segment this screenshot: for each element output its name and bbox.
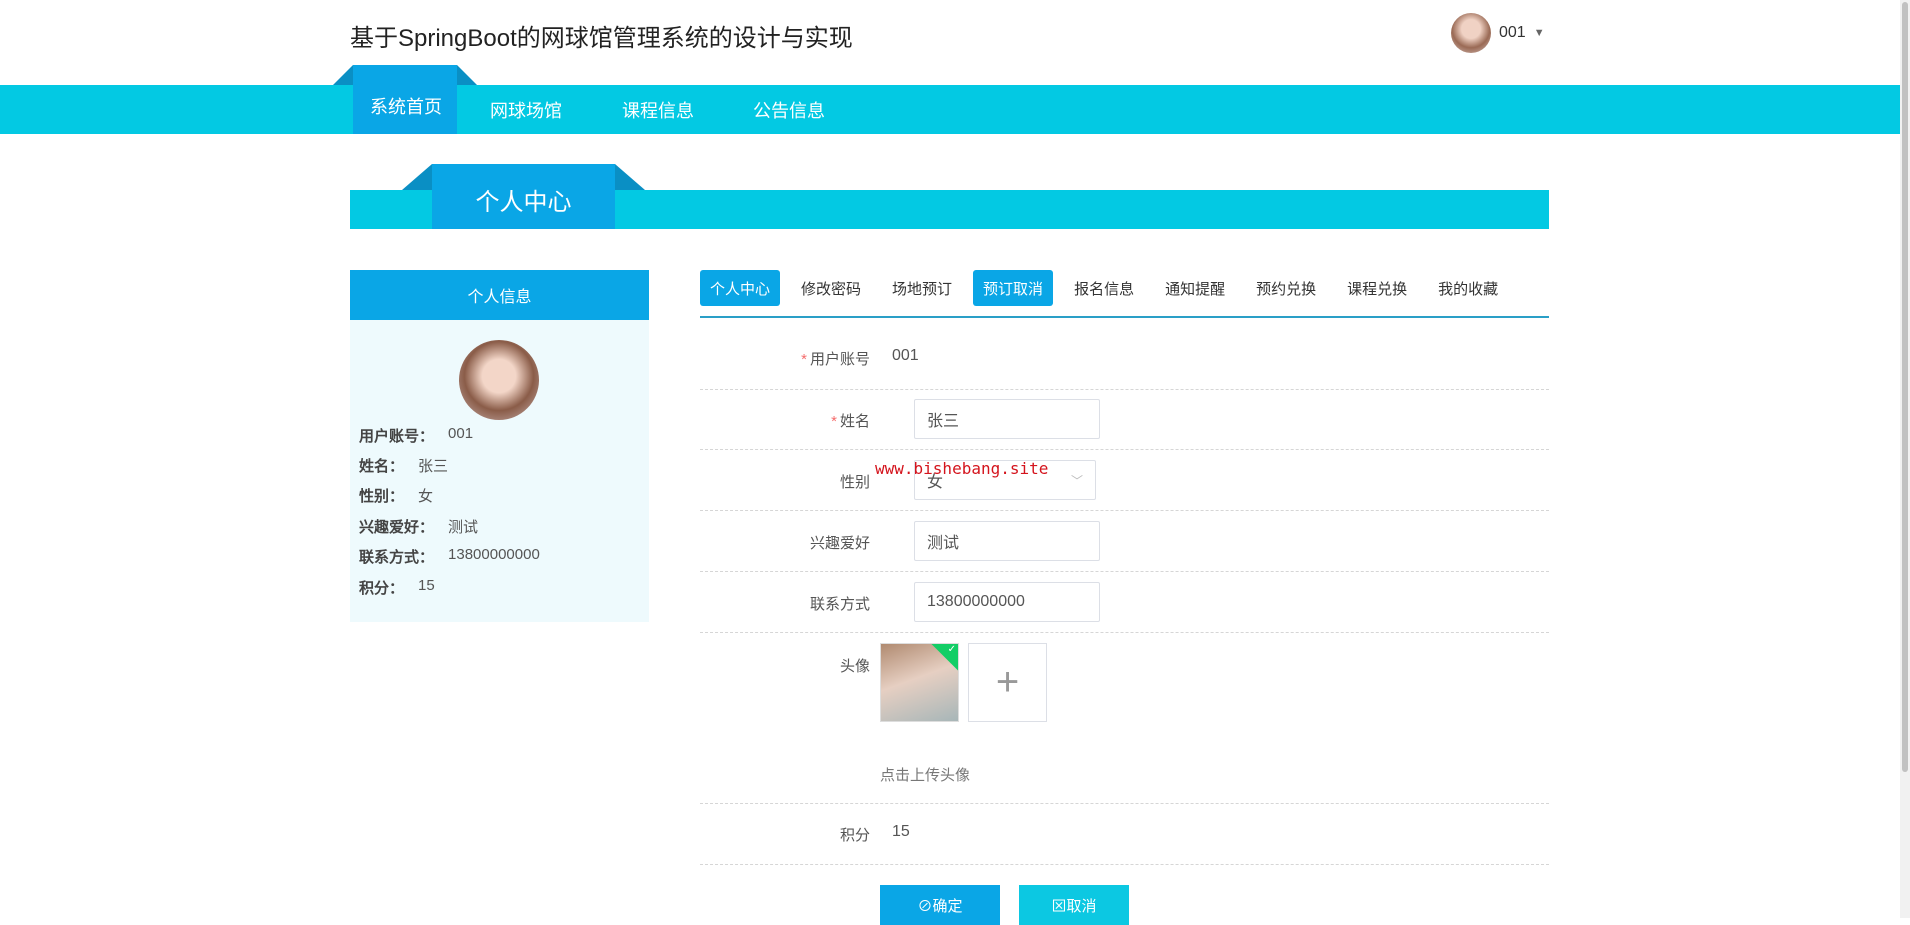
points-label: 积分 (839, 827, 870, 844)
phone-input[interactable]: 13800000000 (914, 582, 1100, 622)
input-value: 测试 (927, 535, 960, 552)
tab-enrollment[interactable]: 报名信息 (1064, 270, 1144, 306)
hobby-input[interactable]: 测试 (914, 521, 1100, 561)
caret-down-icon: ▼ (1533, 27, 1545, 39)
cancel-button[interactable]: ⊠取消 (1019, 885, 1129, 925)
info-label: 兴趣爱好： (359, 519, 435, 536)
info-value: 13800000000 (448, 546, 540, 563)
info-label: 性别： (359, 488, 405, 505)
info-label: 积分： (359, 580, 405, 597)
divider (700, 632, 1549, 633)
points-value: 15 (892, 823, 910, 840)
watermark: www.bishebang.site (875, 459, 1049, 478)
divider (700, 449, 1549, 450)
input-value: 张三 (927, 413, 960, 430)
nav-notices[interactable]: 公告信息 (753, 97, 825, 123)
divider (700, 803, 1549, 804)
nav-home[interactable]: 系统首页 (370, 93, 442, 119)
scrollbar-thumb[interactable] (1902, 2, 1908, 772)
section-title: 个人中心 (402, 164, 645, 229)
check-icon: ✓ (947, 644, 956, 655)
info-points: 积分： 15 (359, 577, 435, 598)
info-value: 女 (418, 488, 434, 505)
info-label: 用户账号： (359, 428, 435, 445)
confirm-button[interactable]: ⊘确定 (880, 885, 1000, 925)
info-value: 15 (418, 577, 435, 594)
tab-booking-cancel[interactable]: 预订取消 (973, 270, 1054, 306)
tab-notifications[interactable]: 通知提醒 (1155, 270, 1235, 306)
uploaded-avatar[interactable]: ✓ (880, 643, 959, 722)
info-label: 姓名： (359, 458, 405, 475)
main-nav (0, 85, 1900, 134)
required-mark: * (801, 351, 807, 368)
divider (700, 510, 1549, 511)
input-value: 13800000000 (927, 593, 1025, 610)
nav-courts[interactable]: 网球场馆 (490, 97, 562, 123)
hobby-label: 兴趣爱好 (809, 535, 870, 552)
name-label: * 姓名 (700, 410, 870, 431)
user-menu[interactable]: 001 ▼ (1451, 13, 1545, 53)
site-title: 基于SpringBoot的网球馆管理系统的设计与实现 (350, 25, 853, 52)
info-hobby: 兴趣爱好： 测试 (359, 516, 478, 537)
info-name: 姓名： 张三 (359, 455, 448, 476)
info-value: 测试 (448, 519, 479, 536)
profile-tabs: 个人中心 修改密码 场地预订 预订取消 报名信息 通知提醒 预约兑换 课程兑换 … (700, 270, 1519, 306)
info-label: 联系方式： (359, 549, 435, 566)
divider (700, 864, 1549, 865)
upload-button[interactable]: + (968, 643, 1047, 722)
profile-avatar (459, 340, 539, 420)
label-text: 姓名 (839, 413, 870, 430)
info-gender: 性别： 女 (359, 485, 433, 506)
tab-course-redeem[interactable]: 课程兑换 (1337, 270, 1417, 306)
account-value: 001 (892, 347, 919, 364)
user-name: 001 (1499, 24, 1526, 41)
plus-icon: + (995, 660, 1020, 704)
profile-panel: 个人信息 (350, 270, 649, 622)
tab-change-password[interactable]: 修改密码 (791, 270, 871, 306)
info-value: 张三 (418, 458, 449, 475)
tab-favorites[interactable]: 我的收藏 (1428, 270, 1508, 306)
panel-title: 个人信息 (350, 270, 649, 320)
upload-hint: 点击上传头像 (880, 767, 971, 784)
info-value: 001 (448, 425, 474, 442)
gender-label: 性别 (839, 474, 870, 491)
divider (700, 389, 1549, 390)
required-mark: * (831, 413, 837, 430)
divider (700, 571, 1549, 572)
tab-reservation-redeem[interactable]: 预约兑换 (1246, 270, 1326, 306)
phone-label: 联系方式 (809, 596, 870, 613)
name-input[interactable]: 张三 (914, 399, 1100, 439)
tab-profile[interactable]: 个人中心 (700, 270, 781, 306)
tab-court-booking[interactable]: 场地预订 (882, 270, 962, 306)
user-avatar (1451, 13, 1491, 53)
label-text: 用户账号 (809, 351, 870, 368)
chevron-down-icon: ﹀ (1070, 473, 1083, 488)
nav-courses[interactable]: 课程信息 (622, 97, 694, 123)
account-label: * 用户账号 (700, 348, 870, 369)
tab-underline (700, 316, 1549, 318)
info-account: 用户账号： 001 (359, 425, 473, 446)
info-phone: 联系方式： 13800000000 (359, 546, 540, 567)
avatar-label: 头像 (839, 658, 870, 675)
